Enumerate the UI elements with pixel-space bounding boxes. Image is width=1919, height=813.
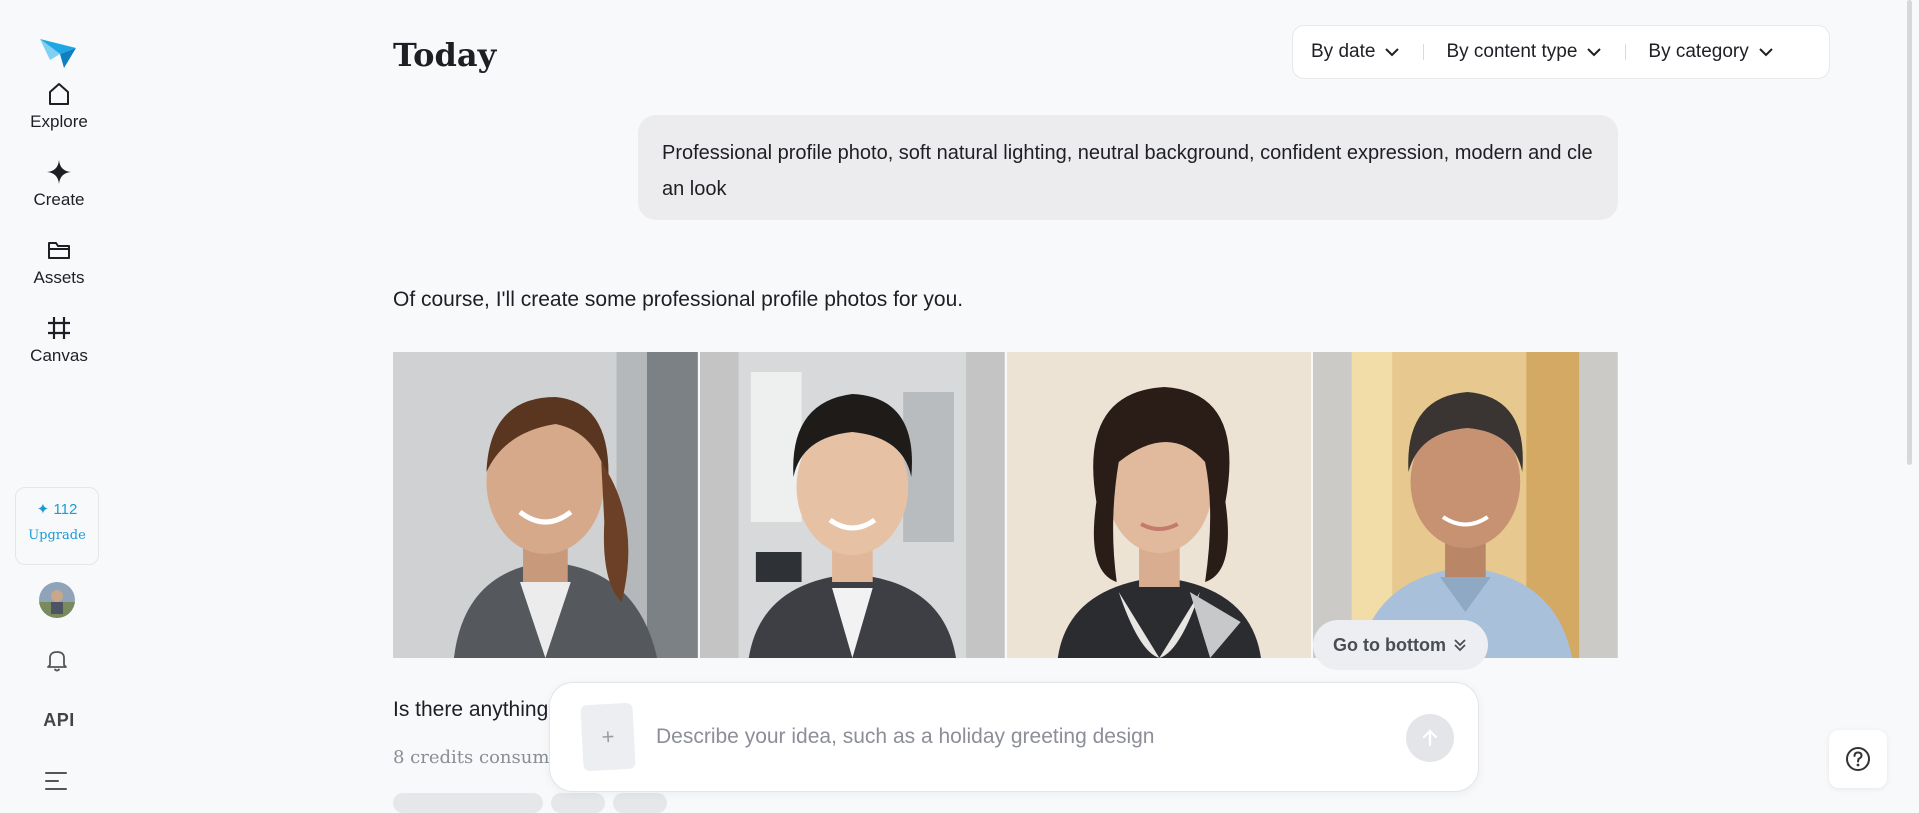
logo-icon[interactable] (38, 34, 78, 74)
generated-image[interactable] (699, 352, 1005, 658)
sidebar-item-explore[interactable]: Explore (0, 80, 118, 132)
action-chip[interactable] (551, 793, 605, 813)
credits-consumed: 8 credits consumed (393, 747, 572, 768)
double-chevron-down-icon (1454, 639, 1466, 652)
filter-by-content-type[interactable]: By content type (1446, 41, 1603, 63)
go-to-bottom-label: Go to bottom (1333, 634, 1446, 655)
generated-image[interactable] (1313, 352, 1618, 658)
menu-icon[interactable] (44, 770, 68, 792)
sidebar-item-label: Create (33, 190, 85, 209)
folder-icon (48, 242, 70, 259)
avatar[interactable] (39, 582, 75, 618)
filter-label: By date (1311, 41, 1376, 62)
sidebar-item-label: Canvas (30, 346, 88, 365)
generated-image[interactable] (393, 352, 698, 658)
question-mark-icon (1846, 747, 1870, 771)
action-chips (393, 793, 667, 813)
sidebar-item-label: Assets (33, 268, 85, 287)
bell-icon[interactable] (44, 647, 70, 673)
go-to-bottom-button[interactable]: Go to bottom (1313, 620, 1488, 670)
main-content: Today By date By content type By categor… (393, 0, 1830, 813)
sidebar-item-create[interactable]: Create (0, 158, 118, 210)
filter-by-category[interactable]: By category (1648, 41, 1774, 63)
send-button[interactable] (1406, 714, 1454, 762)
generated-image[interactable] (1006, 352, 1312, 658)
sparkle-icon (47, 160, 71, 184)
chevron-down-icon (1587, 48, 1602, 57)
sidebar-item-assets[interactable]: Assets (0, 236, 118, 288)
action-chip[interactable] (613, 793, 667, 813)
help-button[interactable] (1829, 730, 1887, 788)
action-chip[interactable] (393, 793, 543, 813)
api-link[interactable]: API (0, 710, 118, 731)
sidebar-item-canvas[interactable]: Canvas (0, 314, 118, 366)
home-icon (49, 83, 69, 105)
assistant-reply: Of course, I'll create some professional… (393, 288, 964, 311)
sidebar-item-label: Explore (30, 112, 88, 131)
attach-image-button[interactable]: + (580, 702, 636, 772)
user-prompt-bubble: Professional profile photo, soft natural… (638, 115, 1618, 220)
assistant-followup: Is there anything (393, 698, 549, 721)
generated-image-gallery (393, 352, 1618, 658)
frame-icon (48, 317, 70, 339)
scrollbar[interactable] (1907, 0, 1912, 465)
filter-label: By content type (1446, 41, 1578, 62)
prompt-composer: + (549, 682, 1479, 792)
filter-by-date[interactable]: By date (1311, 41, 1401, 63)
divider (1423, 44, 1425, 60)
chevron-down-icon (1759, 48, 1773, 57)
divider (1625, 44, 1627, 60)
sidebar: Explore Create Assets Canvas ✦ 112 Upgra… (0, 0, 118, 803)
filter-bar: By date By content type By category (1292, 25, 1830, 79)
upgrade-link[interactable]: Upgrade (16, 528, 98, 543)
arrow-up-icon (1422, 729, 1438, 747)
page-title: Today (393, 36, 497, 74)
chevron-down-icon (1385, 48, 1400, 57)
credits-count: ✦ 112 (36, 501, 78, 518)
prompt-input[interactable] (656, 719, 1376, 755)
filter-label: By category (1648, 41, 1749, 62)
plus-icon: + (600, 723, 616, 750)
credits-upgrade-card[interactable]: ✦ 112 Upgrade (15, 487, 99, 565)
